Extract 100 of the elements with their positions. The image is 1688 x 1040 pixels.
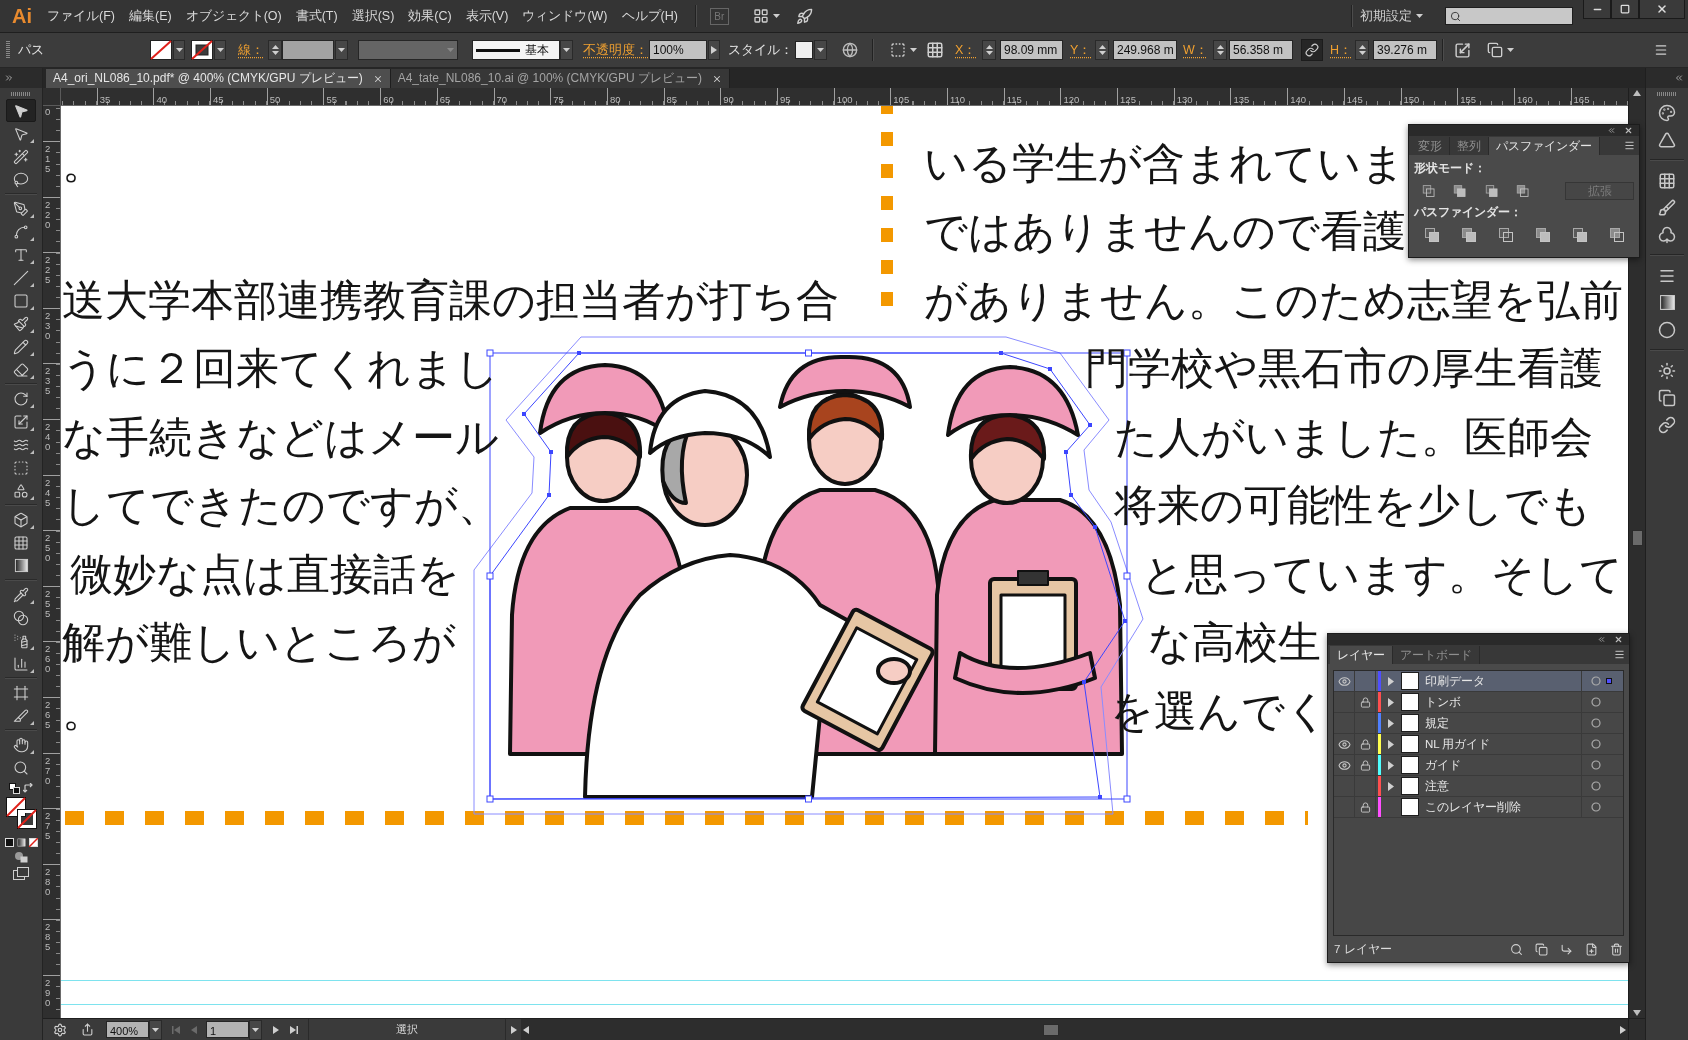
stroke-weight-field[interactable] (282, 40, 334, 60)
expand-triangle-icon[interactable] (1388, 739, 1394, 749)
dropdown-button[interactable] (173, 40, 185, 60)
height-label[interactable]: H： (1330, 41, 1353, 59)
menu-item[interactable]: 表示(V) (458, 4, 516, 28)
overlapping-squares-icon[interactable] (1498, 227, 1514, 243)
overlapping-squares-icon[interactable] (1609, 227, 1625, 243)
gradient-mode-icon[interactable] (16, 838, 26, 847)
x-field[interactable]: 98.09 mm (1000, 40, 1063, 60)
style-swatch-icon[interactable] (795, 41, 813, 59)
panel-tab[interactable]: アートボード (1393, 646, 1480, 664)
opacity-slider-button[interactable] (708, 40, 720, 60)
width-field[interactable]: 56.358 m (1229, 40, 1293, 60)
fill-swatch-icon[interactable] (150, 40, 172, 60)
scroll-down-arrow-icon[interactable] (1632, 1008, 1642, 1018)
layer-row[interactable]: 規定 (1334, 713, 1623, 734)
menu-item[interactable]: 選択(S) (344, 4, 402, 28)
gradient-square-icon[interactable] (1658, 294, 1676, 311)
close-icon[interactable] (711, 73, 722, 84)
solid-color-icon[interactable] (4, 838, 14, 847)
layer-row[interactable]: 印刷データ (1334, 671, 1623, 692)
stepper-button[interactable] (1355, 40, 1369, 60)
target-circle-icon[interactable] (1591, 802, 1601, 812)
panel-tab[interactable]: 変形 (1411, 137, 1450, 155)
stroke-label[interactable]: 線： (238, 41, 264, 59)
draw-mode-icon[interactable] (14, 851, 28, 863)
horizontal-scrollbar[interactable] (521, 1019, 1628, 1040)
overlapping-squares-icon[interactable] (1461, 227, 1477, 243)
scroll-left-arrow-icon[interactable] (521, 1024, 531, 1035)
menu-item[interactable]: ファイル(F) (40, 4, 122, 28)
panel-menu-button[interactable] (1614, 649, 1625, 660)
target-circle-icon[interactable] (1591, 718, 1601, 728)
scroll-thumb[interactable] (1631, 530, 1643, 546)
close-button[interactable] (1639, 0, 1685, 19)
brush-definition-field[interactable]: 基本 (472, 40, 560, 60)
arrow-into-layer-icon[interactable] (1560, 942, 1573, 956)
dropdown-button[interactable] (335, 40, 348, 60)
target-circle-icon[interactable] (1591, 697, 1601, 707)
close-icon[interactable] (1624, 126, 1633, 135)
layer-row[interactable]: NL 用ガイド (1334, 734, 1623, 755)
menu-item[interactable]: 書式(T) (288, 4, 345, 28)
new-page-icon[interactable] (1585, 942, 1598, 956)
overlapping-squares-icon[interactable] (1422, 183, 1436, 199)
stroke-swatch-icon[interactable] (17, 809, 37, 829)
panel-tab[interactable]: パスファインダー (1489, 137, 1600, 155)
globe-icon[interactable] (842, 42, 858, 58)
expand-triangle-icon[interactable] (1388, 718, 1394, 728)
layer-row[interactable]: ガイド (1334, 755, 1623, 776)
document-tab[interactable]: A4_tate_NL086_10.ai @ 100% (CMYK/GPU プレビュー) (390, 69, 730, 88)
collapse-panel-icon[interactable] (1674, 73, 1684, 83)
grip-icon[interactable] (6, 41, 10, 59)
y-label[interactable]: Y： (1070, 41, 1092, 59)
stepper-button[interactable] (982, 40, 996, 60)
dropdown-button[interactable] (814, 40, 827, 60)
layer-row[interactable]: このレイヤー削除 (1334, 797, 1623, 818)
scroll-up-arrow-icon[interactable] (1632, 88, 1642, 98)
expand-triangle-icon[interactable] (1388, 760, 1394, 770)
panel-tab[interactable]: レイヤー (1330, 646, 1393, 664)
expand-panel-icon[interactable] (4, 73, 14, 83)
expand-triangle-icon[interactable] (1388, 697, 1394, 707)
x-label[interactable]: X： (955, 41, 977, 59)
dropdown-button[interactable] (560, 40, 573, 60)
overlapping-squares-icon[interactable] (1515, 183, 1530, 199)
overlapping-squares-icon[interactable] (1424, 227, 1440, 243)
stepper-button[interactable] (1213, 40, 1227, 60)
target-circle-icon[interactable] (1591, 781, 1601, 791)
width-profile-field[interactable] (358, 40, 458, 60)
grid-icon[interactable] (926, 41, 944, 59)
panel-menu-button[interactable] (1624, 140, 1635, 151)
dropdown-button[interactable] (214, 40, 226, 60)
menu-item[interactable]: 効果(C) (401, 4, 459, 28)
constrain-proportions-button[interactable] (1301, 39, 1323, 61)
menu-item[interactable]: オブジェクト(O) (178, 4, 289, 28)
width-label[interactable]: W： (1183, 41, 1208, 59)
grip-icon[interactable] (11, 92, 31, 96)
document-tab[interactable]: A4_ori_NL086_10.pdf* @ 400% (CMYK/GPU プレビュー) (46, 69, 391, 88)
tool-button[interactable] (6, 99, 36, 122)
overlapping-squares-icon[interactable] (1484, 183, 1498, 199)
zoom-field[interactable]: 400% (106, 1021, 149, 1038)
target-circle-icon[interactable] (1591, 760, 1601, 770)
collapse-icon[interactable] (1597, 635, 1606, 644)
workspace-switcher[interactable]: 初期設定 (1358, 5, 1425, 27)
height-field[interactable]: 39.276 m (1373, 40, 1437, 60)
gradient-square-icon[interactable] (13, 558, 29, 573)
page-field[interactable]: 1 (206, 1021, 249, 1038)
swap-arrows-icon[interactable] (22, 783, 34, 794)
none-color-icon[interactable] (28, 838, 38, 847)
stacked-squares-icon[interactable] (1535, 942, 1548, 956)
search-icon[interactable] (1510, 942, 1523, 956)
expand-triangle-icon[interactable] (1388, 781, 1394, 791)
menu-item[interactable]: ウィンドウ(W) (515, 4, 615, 28)
screen-mode-icon[interactable] (13, 867, 29, 881)
y-field[interactable]: 249.968 m (1113, 40, 1177, 60)
overlapping-squares-icon[interactable] (1453, 183, 1467, 199)
default-colors-icon[interactable] (8, 783, 20, 794)
maximize-button[interactable] (1611, 0, 1639, 19)
panel-menu-icon[interactable] (1654, 43, 1668, 57)
overlapping-squares-icon[interactable] (1572, 227, 1588, 243)
scroll-thumb[interactable] (1043, 1023, 1059, 1036)
overlapping-squares-icon[interactable] (1535, 227, 1551, 243)
